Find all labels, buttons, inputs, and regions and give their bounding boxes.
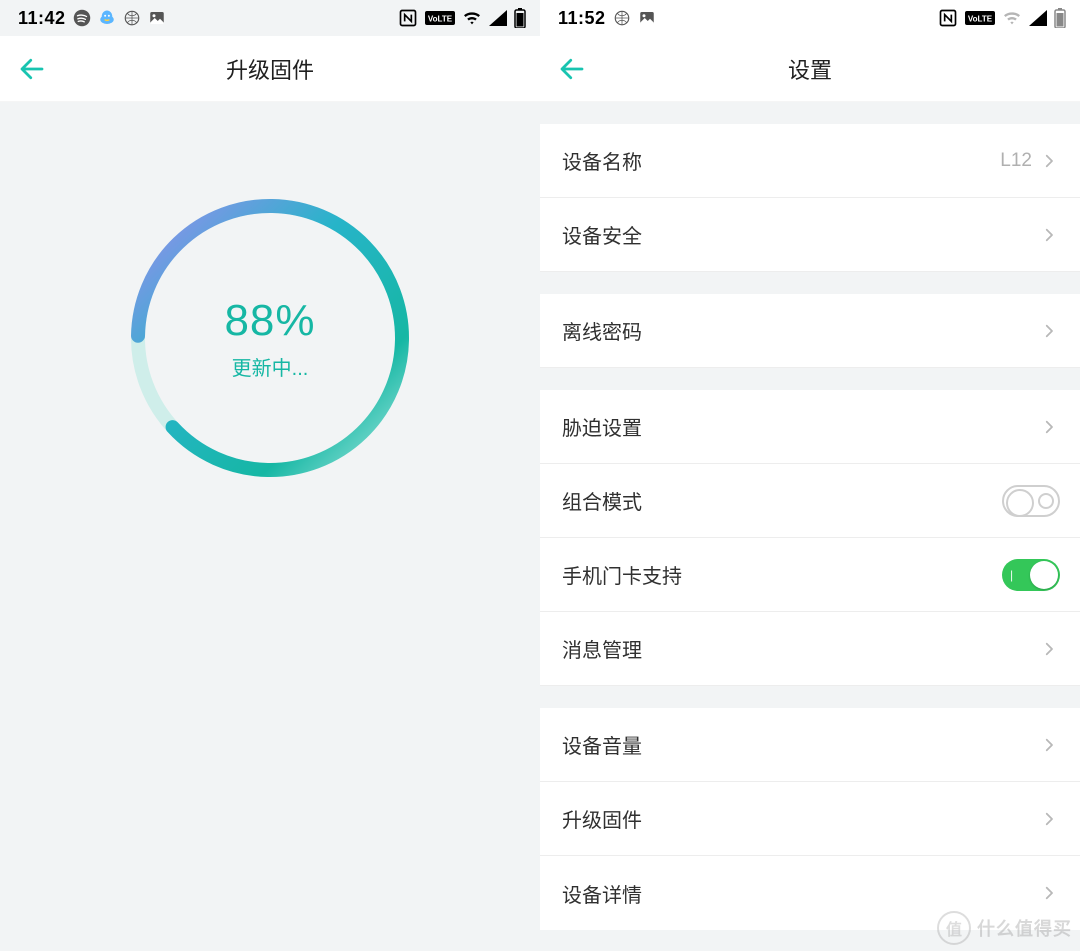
status-right: VoLTE	[938, 8, 1066, 28]
row-label: 设备名称	[562, 146, 1000, 175]
group-gap	[540, 102, 1080, 124]
group-gap	[540, 272, 1080, 294]
row-label: 组合模式	[562, 486, 1002, 515]
progress-ring: 88% 更新中...	[122, 190, 418, 486]
status-left: 11:52	[558, 8, 656, 29]
battery-icon	[514, 8, 526, 28]
toggle-switch[interactable]	[1002, 559, 1060, 591]
group-gap	[540, 686, 1080, 708]
settings-row[interactable]: 设备详情	[540, 856, 1080, 930]
gallery-icon	[148, 9, 166, 27]
wifi-icon	[462, 10, 482, 26]
toggle-switch[interactable]	[1002, 485, 1060, 517]
status-left: 11:42	[18, 8, 166, 29]
page-title: 设置	[540, 53, 1080, 85]
chevron-right-icon	[1038, 416, 1060, 438]
row-label: 离线密码	[562, 316, 1038, 345]
chevron-right-icon	[1038, 882, 1060, 904]
chevron-right-icon	[1038, 808, 1060, 830]
volte-icon: VoLTE	[965, 11, 995, 25]
row-label: 设备音量	[562, 730, 1038, 759]
back-arrow-icon	[17, 54, 47, 84]
firmware-body: 88% 更新中...	[0, 102, 540, 951]
back-button[interactable]	[540, 36, 604, 102]
row-value: L12	[1000, 150, 1032, 172]
settings-row[interactable]: 胁迫设置	[540, 390, 1080, 464]
back-arrow-icon	[557, 54, 587, 84]
nav-bar: 设置	[540, 36, 1080, 102]
chevron-right-icon	[1038, 734, 1060, 756]
nfc-icon	[938, 8, 958, 28]
progress-status-text: 更新中...	[232, 352, 309, 381]
signal-icon	[489, 10, 507, 26]
settings-row[interactable]: 升级固件	[540, 782, 1080, 856]
settings-row[interactable]: 组合模式	[540, 464, 1080, 538]
chevron-right-icon	[1038, 638, 1060, 660]
status-bar: 11:42 VoLTE	[0, 0, 540, 36]
settings-row[interactable]: 离线密码	[540, 294, 1080, 368]
svg-text:VoLTE: VoLTE	[968, 15, 993, 24]
signal-icon	[1029, 10, 1047, 26]
battery-icon	[1054, 8, 1066, 28]
settings-row[interactable]: 设备音量	[540, 708, 1080, 782]
nav-bar: 升级固件	[0, 36, 540, 102]
page-title: 升级固件	[0, 53, 540, 85]
spotify-icon	[73, 9, 91, 27]
qq-icon	[98, 9, 116, 27]
chevron-right-icon	[1038, 150, 1060, 172]
settings-list: 设备名称L12 设备安全离线密码胁迫设置组合模式手机门卡支持消息管理设备音量升级固…	[540, 102, 1080, 951]
chevron-right-icon	[1038, 224, 1060, 246]
wifi-icon	[1002, 10, 1022, 26]
nfc-icon	[398, 8, 418, 28]
progress-percent: 88%	[224, 296, 315, 346]
row-label: 设备详情	[562, 879, 1038, 908]
gallery-icon	[638, 9, 656, 27]
row-label: 消息管理	[562, 634, 1038, 663]
status-bar: 11:52 VoLTE	[540, 0, 1080, 36]
status-time: 11:42	[18, 8, 66, 29]
group-gap	[540, 368, 1080, 390]
row-label: 设备安全	[562, 220, 1038, 249]
settings-row[interactable]: 设备名称L12	[540, 124, 1080, 198]
status-right: VoLTE	[398, 8, 526, 28]
volte-icon: VoLTE	[425, 11, 455, 25]
back-button[interactable]	[0, 36, 64, 102]
settings-row[interactable]: 消息管理	[540, 612, 1080, 686]
row-label: 升级固件	[562, 804, 1038, 833]
phone-firmware-update: 11:42 VoLTE 升级固件	[0, 0, 540, 951]
globe-icon	[613, 9, 631, 27]
settings-row[interactable]: 手机门卡支持	[540, 538, 1080, 612]
row-label: 手机门卡支持	[562, 560, 1002, 589]
chevron-right-icon	[1038, 320, 1060, 342]
svg-text:VoLTE: VoLTE	[428, 15, 453, 24]
phone-settings: 11:52 VoLTE 设置 设备名称L12 设备安全离线密码胁迫设置组合模式手机…	[540, 0, 1080, 951]
settings-row[interactable]: 设备安全	[540, 198, 1080, 272]
row-label: 胁迫设置	[562, 412, 1038, 441]
status-time: 11:52	[558, 8, 606, 29]
globe-icon	[123, 9, 141, 27]
